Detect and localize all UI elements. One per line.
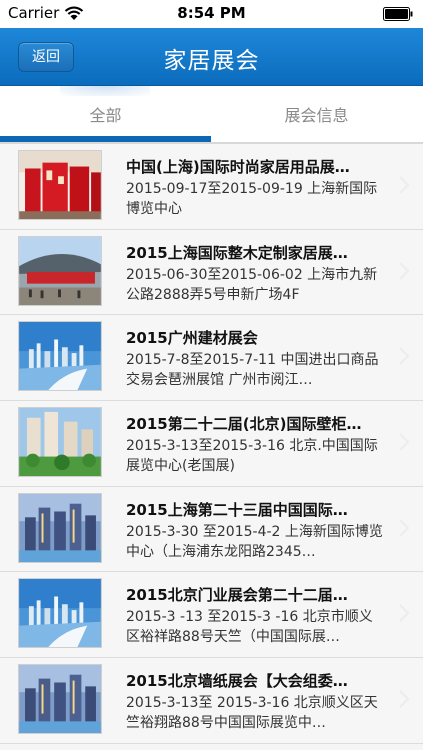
chevron-right-icon <box>399 604 409 623</box>
tab-all[interactable]: 全部 <box>0 86 211 142</box>
item-description: 2015-3-13至2015-3-16 北京.中国国际展览中心(老国展) <box>126 438 378 475</box>
tab-exhibition-info[interactable]: 展会信息 <box>211 86 422 142</box>
chevron-right-icon <box>399 347 409 366</box>
item-description: 2015-3 -13 至2015-3 -16 北京市顺义区裕祥路88号天竺（中国… <box>126 609 373 646</box>
list-item-5[interactable]: 2015上海第二十三届中国国际… 2015-3-30 至2015-4-2 上海新… <box>0 486 423 573</box>
item-title: 2015上海第二十三届中国国际… <box>126 500 348 519</box>
item-title: 2015北京墙纸展会【大会组委… <box>126 672 348 691</box>
item-description: 2015-3-13至 2015-3-16 北京顺义区天竺裕翔路88号中国国际展览… <box>126 695 378 732</box>
list-item-6[interactable]: 2015北京门业展会第二十二届… 2015-3 -13 至2015-3 -16 … <box>0 572 423 659</box>
item-title: 2015上海国际整木定制家居展… <box>126 243 348 262</box>
thumbnail-image <box>18 150 102 220</box>
item-description: 2015-06-30至2015-06-02 上海市九新公路2888弄5号申新广场… <box>126 266 378 303</box>
thumbnail-image <box>18 235 102 306</box>
item-title: 中国(上海)国际时尚家居用品展… <box>126 158 350 176</box>
list-item-7[interactable]: 2015北京墙纸展会【大会组委… 2015-3-13至 2015-3-16 北京… <box>0 658 423 744</box>
status-bar: Carrier 8:54 PM <box>0 0 423 28</box>
thumbnail-image <box>18 321 102 392</box>
item-title: 2015北京门业展会第二十二届… <box>126 586 348 605</box>
item-description: 2015-09-17至2015-09-19 上海新国际博览中心 <box>126 181 378 217</box>
item-title: 2015广州建材展会 <box>126 329 258 348</box>
thumbnail-image <box>18 578 102 649</box>
item-title: 2015第二十二届(北京)国际壁柜… <box>126 415 362 434</box>
page-title: 家居展会 <box>163 48 260 74</box>
list-item-4[interactable]: 2015第二十二届(北京)国际壁柜… 2015-3-13至2015-3-16 北… <box>0 401 423 487</box>
thumbnail-image <box>18 407 102 478</box>
list-item-3[interactable]: 2015广州建材展会 2015-7-8至2015-7-11 中国进出口商品交易会… <box>0 315 423 402</box>
tab-bar: 全部 展会信息 <box>0 86 423 144</box>
item-description: 2015-7-8至2015-7-11 中国进出口商品交易会琶洲展馆 广州市阅江… <box>126 352 379 389</box>
chevron-right-icon <box>399 519 409 537</box>
thumbnail-image <box>18 492 102 563</box>
chevron-right-icon <box>399 690 409 708</box>
list-item-1[interactable]: 中国(上海)国际时尚家居用品展… 2015-09-17至2015-09-19 上… <box>0 144 423 230</box>
item-description: 2015-3-30 至2015-4-2 上海新国际博览中心（上海浦东龙阳路234… <box>126 523 383 560</box>
thumbnail-image <box>18 664 102 735</box>
navigation-bar: 返回 家居展会 <box>0 28 423 86</box>
chevron-right-icon <box>399 433 409 451</box>
battery-icon <box>383 7 413 21</box>
list-item-2[interactable]: 2015上海国际整木定制家居展… 2015-06-30至2015-06-02 上… <box>0 229 423 316</box>
chevron-right-icon <box>399 176 409 194</box>
exhibition-list[interactable]: 中国(上海)国际时尚家居用品展… 2015-09-17至2015-09-19 上… <box>0 144 423 750</box>
status-time: 8:54 PM <box>177 4 246 22</box>
chevron-right-icon <box>399 261 409 280</box>
